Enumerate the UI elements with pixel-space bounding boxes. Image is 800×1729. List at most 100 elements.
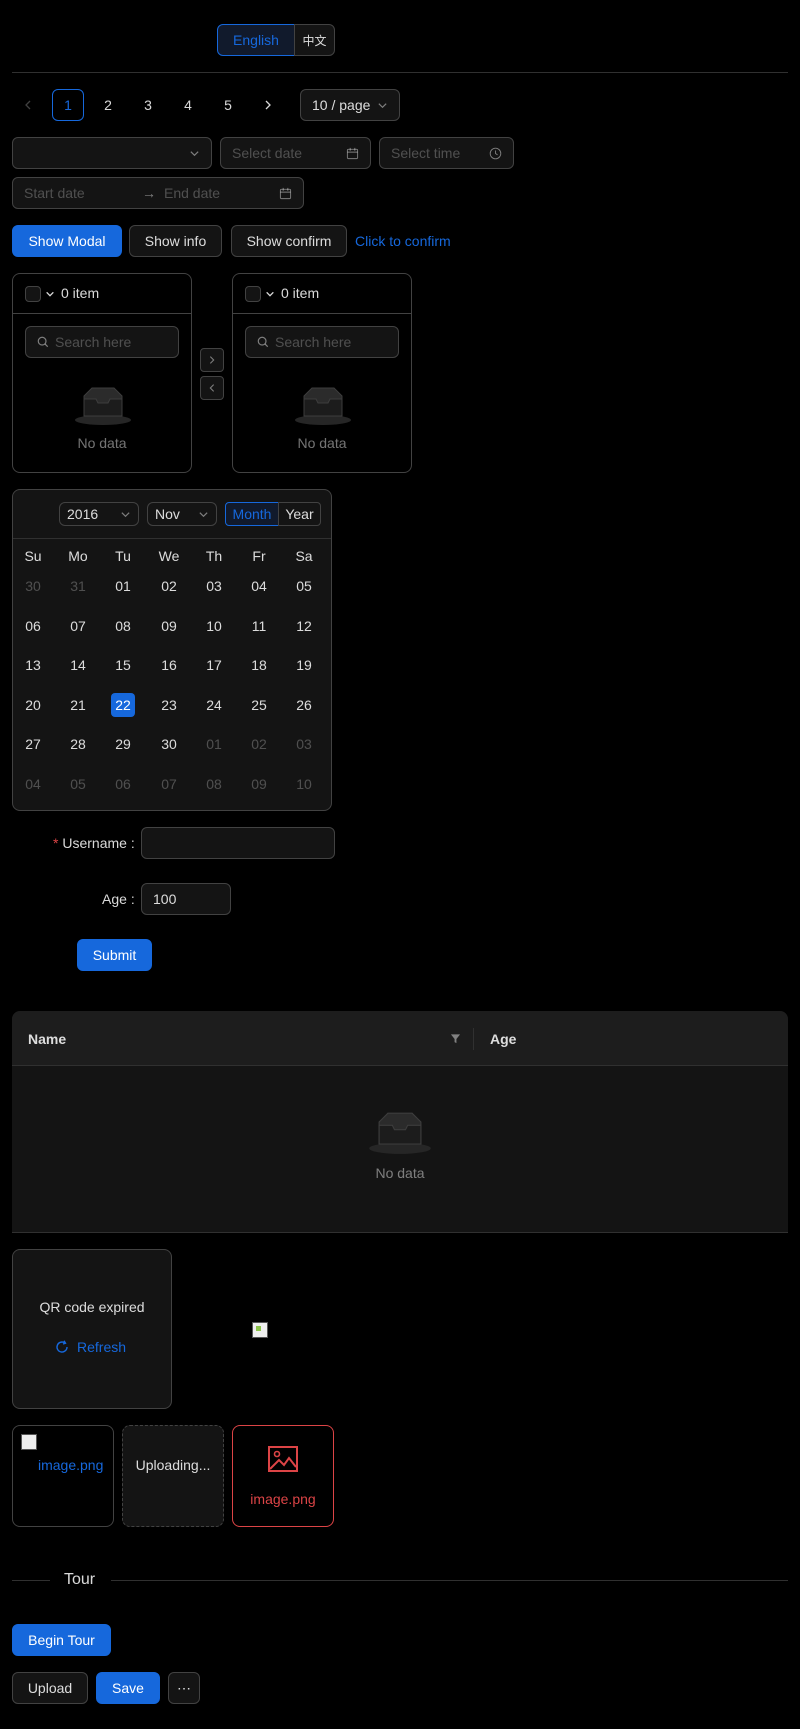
pagination-page-5[interactable]: 5 <box>212 89 244 121</box>
pagination-next-button[interactable] <box>252 89 284 121</box>
age-input[interactable]: 100 <box>141 883 231 915</box>
calendar-day-cell[interactable]: 24 <box>202 693 226 717</box>
calendar-day-cell[interactable]: 02 <box>247 732 271 756</box>
calendar-day-cell[interactable]: 27 <box>21 732 45 756</box>
upload-button[interactable]: Upload <box>12 1672 88 1704</box>
upload-file-name[interactable]: image.png <box>38 1457 103 1473</box>
chevron-down-icon[interactable] <box>265 289 275 299</box>
filter-icon[interactable] <box>450 1033 461 1044</box>
calendar-day-cell[interactable]: 18 <box>247 653 271 677</box>
pagination-page-1[interactable]: 1 <box>52 89 84 121</box>
pagination-page-2[interactable]: 2 <box>92 89 124 121</box>
calendar-day-cell[interactable]: 04 <box>21 772 45 796</box>
chevron-left-icon <box>25 100 31 110</box>
calendar-day-cell[interactable]: 19 <box>292 653 316 677</box>
calendar-day-cell[interactable]: 20 <box>21 693 45 717</box>
transfer-left-count: 0 item <box>61 285 100 301</box>
save-button[interactable]: Save <box>96 1672 160 1704</box>
top-divider <box>12 72 788 73</box>
pagination-page-4[interactable]: 4 <box>172 89 204 121</box>
calendar-day-cell[interactable]: 15 <box>111 653 135 677</box>
upload-error-file-name: image.png <box>250 1491 316 1507</box>
age-label: Age : <box>102 891 135 907</box>
more-button[interactable]: ⋯ <box>168 1672 200 1704</box>
username-input[interactable] <box>141 827 335 859</box>
calendar-day-cell[interactable]: 14 <box>66 653 90 677</box>
time-picker-placeholder: Select time <box>391 145 461 161</box>
pagination-prev-button[interactable] <box>12 89 44 121</box>
qr-refresh-link[interactable]: Refresh <box>55 1339 126 1355</box>
calendar-day-cell[interactable]: 06 <box>21 614 45 638</box>
calendar-day-cell[interactable]: 31 <box>66 574 90 598</box>
range-end-placeholder: End date <box>164 185 221 201</box>
transfer-left-search[interactable]: Search here <box>25 326 179 358</box>
calendar-day-cell[interactable]: 04 <box>247 574 271 598</box>
calendar-day-cell[interactable]: 05 <box>66 772 90 796</box>
locale-english-button[interactable]: English <box>217 24 295 56</box>
calendar-day-cell[interactable]: 12 <box>292 614 316 638</box>
click-to-confirm-link[interactable]: Click to confirm <box>355 233 451 249</box>
calendar-day-cell[interactable]: 02 <box>157 574 181 598</box>
age-value: 100 <box>153 891 177 907</box>
time-picker[interactable]: Select time <box>379 137 514 169</box>
chevron-down-icon <box>378 102 387 108</box>
calendar-day-cell[interactable]: 08 <box>202 772 226 796</box>
page-size-select[interactable]: 10 / page <box>300 89 400 121</box>
transfer-left-select-all-checkbox[interactable] <box>25 286 41 302</box>
calendar-day-cell[interactable]: 17 <box>202 653 226 677</box>
calendar-day-cell[interactable]: 13 <box>21 653 45 677</box>
submit-button[interactable]: Submit <box>77 939 152 971</box>
calendar-day-cell[interactable]: 10 <box>202 614 226 638</box>
calendar-day-cell[interactable]: 07 <box>157 772 181 796</box>
calendar-year-select[interactable]: 2016 <box>59 502 139 526</box>
calendar-day-cell[interactable]: 03 <box>292 732 316 756</box>
calendar-day-cell[interactable]: 30 <box>157 732 181 756</box>
calendar-year-value: 2016 <box>67 506 99 522</box>
calendar-day-cell[interactable]: 01 <box>111 574 135 598</box>
locale-chinese-button[interactable]: 中文 <box>294 24 335 56</box>
transfer-move-left-button[interactable] <box>200 376 224 400</box>
calendar-day-cell[interactable]: 09 <box>157 614 181 638</box>
upload-item-error[interactable]: image.png <box>232 1425 334 1527</box>
calendar-month-select[interactable]: Nov <box>147 502 217 526</box>
upload-item-done[interactable]: image.png <box>12 1425 114 1527</box>
pagination-page-3[interactable]: 3 <box>132 89 164 121</box>
begin-tour-button[interactable]: Begin Tour <box>12 1624 111 1656</box>
calendar-day-cell[interactable]: 16 <box>157 653 181 677</box>
calendar-mode-year[interactable]: Year <box>278 502 321 526</box>
transfer-right-select-all-checkbox[interactable] <box>245 286 261 302</box>
calendar-day-cell[interactable]: 26 <box>292 693 316 717</box>
transfer-move-right-button[interactable] <box>200 348 224 372</box>
chevron-down-icon[interactable] <box>45 289 55 299</box>
calendar-day-cell[interactable]: 11 <box>247 614 271 638</box>
calendar-day-cell[interactable]: 22 <box>111 692 135 717</box>
calendar-day-cell[interactable]: 05 <box>292 574 316 598</box>
calendar-day-cell[interactable]: 21 <box>66 693 90 717</box>
show-confirm-button[interactable]: Show confirm <box>231 225 347 257</box>
calendar-day-cell[interactable]: 06 <box>111 772 135 796</box>
date-range-picker[interactable]: Start date → End date <box>12 177 304 209</box>
show-info-button[interactable]: Show info <box>129 225 222 257</box>
calendar-day-cell[interactable]: 29 <box>111 732 135 756</box>
date-picker-placeholder: Select date <box>232 145 303 161</box>
qr-code-panel: QR code expired Refresh <box>12 1249 172 1409</box>
calendar-day-cell[interactable]: 25 <box>247 693 271 717</box>
transfer-right-search[interactable]: Search here <box>245 326 399 358</box>
tour-divider-title: Tour <box>64 1571 96 1588</box>
date-picker[interactable]: Select date <box>220 137 371 169</box>
calendar-day-cell[interactable]: 07 <box>66 614 90 638</box>
calendar-day-cell[interactable]: 23 <box>157 693 181 717</box>
calendar-day-cell[interactable]: 03 <box>202 574 226 598</box>
calendar-day-cell[interactable]: 28 <box>66 732 90 756</box>
generic-select[interactable] <box>12 137 212 169</box>
chevron-down-icon <box>190 150 199 156</box>
show-modal-button[interactable]: Show Modal <box>12 225 122 257</box>
calendar-day-cell[interactable]: 08 <box>111 614 135 638</box>
calendar-day-cell[interactable]: 10 <box>292 772 316 796</box>
range-start-placeholder: Start date <box>24 185 85 201</box>
calendar-day-cell[interactable]: 30 <box>21 574 45 598</box>
calendar-day-cell[interactable]: 01 <box>202 732 226 756</box>
calendar-mode-month[interactable]: Month <box>225 502 279 526</box>
calendar-day-cell[interactable]: 09 <box>247 772 271 796</box>
locale-english-label: English <box>233 32 279 48</box>
